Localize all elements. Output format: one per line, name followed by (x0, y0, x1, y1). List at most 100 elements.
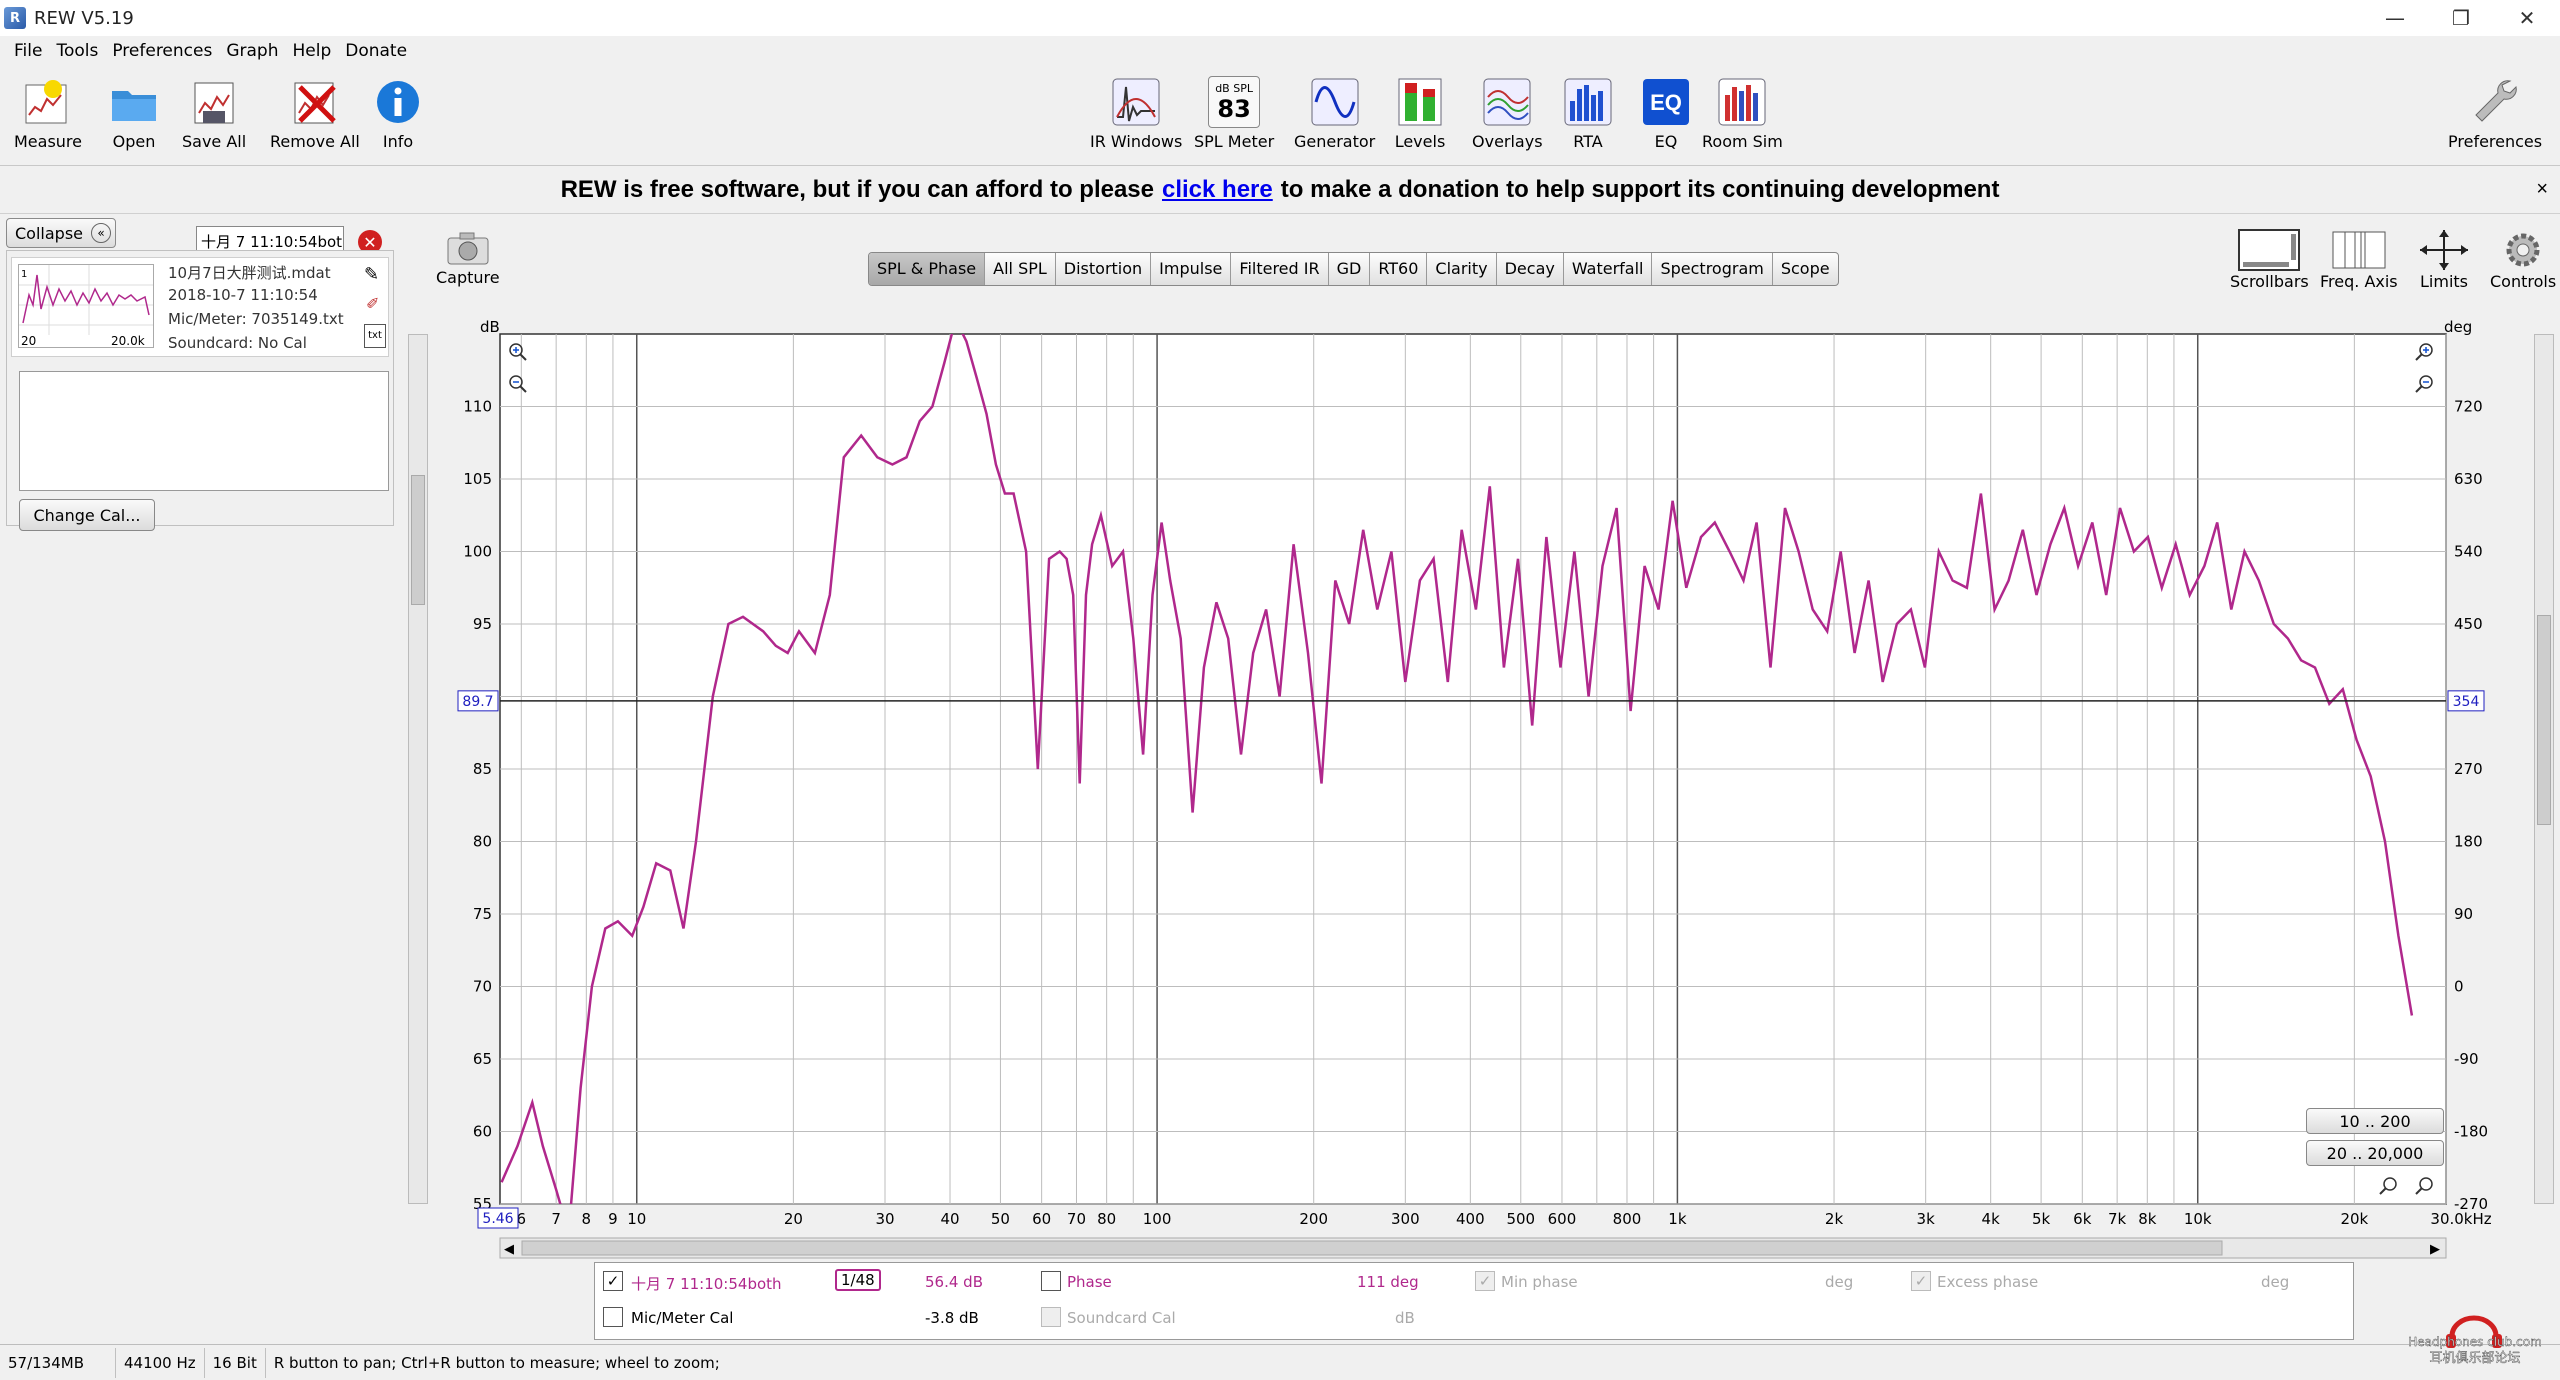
minimize-button[interactable]: — (2362, 0, 2428, 36)
x-tick-labels: 6 7 8 9 10 20 30 40 50 60 70 80 100 200 300 400 500 600 80… (517, 1210, 2492, 1228)
tab-clarity[interactable]: Clarity (1427, 253, 1497, 285)
x-tick-label: 1k (1668, 1210, 1687, 1228)
horizontal-scrollbar-thumb[interactable] (521, 1240, 2223, 1256)
x-tick-label: 30.0kHz (2430, 1210, 2491, 1228)
rta-button[interactable]: RTA (1562, 76, 1614, 151)
legend-measurement-name: 十月 7 11:10:54both (631, 1275, 782, 1293)
chevron-left-icon: « (91, 223, 111, 243)
scrollbars-button[interactable]: Scrollbars (2230, 228, 2309, 291)
spl-meter-button[interactable]: dB SPL 83 SPL Meter (1194, 76, 1274, 151)
soundcard-cal-checkbox[interactable] (1041, 1307, 1061, 1327)
right-vertical-scrollbar[interactable] (2534, 334, 2554, 1204)
title-bar: R REW V5.19 — ❐ ✕ (0, 0, 2560, 36)
open-button[interactable]: Open (108, 76, 160, 151)
spl-phase-graph[interactable]: dB deg 110105100959085807570656055 72063… (400, 320, 2560, 1260)
x-tick-label: 30 (875, 1210, 894, 1228)
ir-windows-button[interactable]: IR Windows (1090, 76, 1182, 151)
tab-distortion[interactable]: Distortion (1056, 253, 1152, 285)
legend-min-phase-label: Min phase (1501, 1273, 1578, 1291)
status-hint: R button to pan; Ctrl+R button to measur… (273, 1353, 720, 1372)
tab-filtered-ir[interactable]: Filtered IR (1231, 253, 1329, 285)
info-button[interactable]: Info (372, 76, 424, 151)
levels-button[interactable]: Levels (1394, 76, 1446, 151)
tab-rt60[interactable]: RT60 (1370, 253, 1428, 285)
measurement-checkbox[interactable]: ✓ (603, 1271, 623, 1291)
tab-all-spl[interactable]: All SPL (985, 253, 1056, 285)
pencil-icon[interactable]: ✐ (366, 294, 379, 313)
x-tick-label: 60 (1032, 1210, 1051, 1228)
tab-waterfall[interactable]: Waterfall (1564, 253, 1653, 285)
range-10-200-button[interactable]: 10 .. 200 (2306, 1108, 2444, 1134)
y-tick-label-right: -180 (2454, 1123, 2488, 1141)
limits-icon (2420, 230, 2468, 270)
x-tick-label: 7k (2108, 1210, 2127, 1228)
tab-spl-phase[interactable]: SPL & Phase (869, 253, 986, 285)
save-all-button[interactable]: Save All (182, 76, 246, 151)
mic-cal-checkbox[interactable] (603, 1307, 623, 1327)
left-vertical-scrollbar[interactable] (408, 334, 428, 1204)
x-tick-label: 20 (784, 1210, 803, 1228)
folder-icon (108, 76, 160, 128)
close-button[interactable]: ✕ (2494, 0, 2560, 36)
generator-button[interactable]: Generator (1294, 76, 1375, 151)
range-20-20000-button[interactable]: 20 .. 20,000 (2306, 1140, 2444, 1166)
capture-button[interactable]: Capture (436, 228, 500, 287)
svg-text:20: 20 (21, 334, 36, 347)
controls-button[interactable]: Controls (2490, 228, 2556, 291)
menu-graph[interactable]: Graph (226, 41, 278, 61)
main-toolbar: Measure Open Save All Remove All Info IR… (0, 66, 2560, 166)
x-tick-label: 100 (1143, 1210, 1172, 1228)
edit-icon[interactable]: ✎ (364, 264, 379, 285)
menu-donate[interactable]: Donate (345, 41, 407, 61)
limits-button[interactable]: Limits (2416, 228, 2472, 291)
phase-checkbox[interactable] (1041, 1271, 1061, 1291)
plot-svg[interactable]: dB deg 110105100959085807570656055 72063… (400, 320, 2560, 1260)
x-tick-label: 9 (608, 1210, 618, 1228)
tab-impulse[interactable]: Impulse (1151, 253, 1232, 285)
smoothing-button[interactable]: 1/48 (835, 1269, 881, 1291)
preferences-button[interactable]: Preferences (2448, 76, 2542, 151)
overlays-button[interactable]: Overlays (1472, 76, 1543, 151)
tab-decay[interactable]: Decay (1497, 253, 1564, 285)
freq-axis-button[interactable]: Freq. Axis (2320, 228, 2398, 291)
x-tick-label: 3k (1917, 1210, 1936, 1228)
x-tick-label: 8k (2138, 1210, 2157, 1228)
left-scrollbar-thumb[interactable] (411, 475, 425, 605)
menu-help[interactable]: Help (292, 41, 331, 61)
maximize-button[interactable]: ❐ (2428, 0, 2494, 36)
eq-button[interactable]: EQ EQ (1640, 76, 1692, 151)
donate-link[interactable]: click here (1162, 176, 1273, 204)
right-scrollbar-thumb[interactable] (2537, 615, 2551, 825)
measure-button[interactable]: Measure (14, 76, 82, 151)
scroll-right-icon[interactable]: ▶ (2430, 1242, 2440, 1257)
menu-tools[interactable]: Tools (56, 41, 98, 61)
tab-scope[interactable]: Scope (1773, 253, 1838, 285)
notes-icon[interactable]: txt (364, 324, 386, 348)
y-tick-label-right: 630 (2454, 470, 2483, 488)
y-tick-label-left: 85 (473, 760, 492, 778)
svg-text:20.0k: 20.0k (111, 334, 145, 347)
room-sim-button[interactable]: Room Sim (1702, 76, 1783, 151)
y-tick-label-left: 65 (473, 1050, 492, 1068)
donate-text-after: to make a donation to help support its c… (1280, 175, 2000, 203)
x-tick-label: 5k (2032, 1210, 2051, 1228)
y-tick-label-right: 540 (2454, 543, 2483, 561)
min-phase-checkbox[interactable]: ✓ (1475, 1271, 1495, 1291)
tab-spectrogram[interactable]: Spectrogram (1652, 253, 1773, 285)
cursor-left-value: 89.7 (462, 694, 493, 710)
excess-phase-checkbox[interactable]: ✓ (1911, 1271, 1931, 1291)
remove-all-button[interactable]: Remove All (270, 76, 360, 151)
eq-icon: EQ (1640, 76, 1692, 128)
legend-soundcard-cal-label: Soundcard Cal (1067, 1309, 1176, 1327)
generator-icon (1309, 76, 1361, 128)
y-tick-label-right: 90 (2454, 905, 2473, 923)
menu-preferences[interactable]: Preferences (112, 41, 212, 61)
measurement-entry[interactable]: 1 20 20.0k 10月7日大胖测试.mdat 2018-10-7 11:1… (11, 257, 389, 357)
tab-gd[interactable]: GD (1329, 253, 1371, 285)
donate-close-icon[interactable]: × (2536, 178, 2548, 201)
scroll-left-icon[interactable]: ◀ (504, 1242, 514, 1257)
notes-box[interactable] (19, 371, 389, 491)
change-cal-button[interactable]: Change Cal... (19, 499, 155, 531)
menu-file[interactable]: File (14, 41, 42, 61)
collapse-button[interactable]: Collapse « (6, 218, 116, 248)
